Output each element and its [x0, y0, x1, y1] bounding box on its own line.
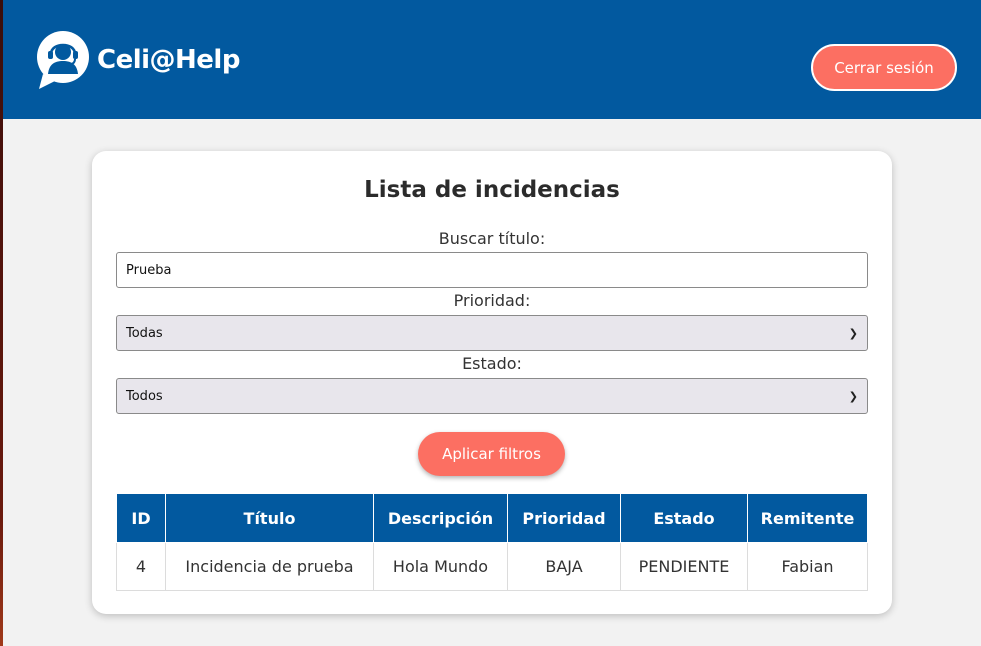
brand-name: Celi@Help — [97, 45, 240, 75]
chevron-down-icon: ❯ — [848, 326, 858, 340]
column-header-status[interactable]: Estado — [620, 493, 748, 543]
headset-support-icon — [37, 31, 89, 89]
chevron-down-icon: ❯ — [848, 389, 858, 403]
cell-id: 4 — [116, 542, 166, 591]
apply-filters-button[interactable]: Aplicar filtros — [418, 432, 565, 476]
column-header-priority[interactable]: Prioridad — [507, 493, 621, 543]
status-select-value: Todos — [126, 388, 163, 404]
table-row[interactable]: 4 Incidencia de prueba Hola Mundo BAJA P… — [116, 542, 868, 591]
page-title: Lista de incidencias — [364, 177, 620, 203]
search-input[interactable]: Prueba — [116, 252, 868, 288]
priority-select[interactable]: Todas ❯ — [116, 315, 868, 351]
table-header-row: ID Título Descripción Prioridad Estado R… — [116, 493, 868, 543]
search-label: Buscar título: — [438, 229, 546, 248]
cell-status: PENDIENTE — [620, 542, 748, 591]
column-header-description[interactable]: Descripción — [373, 493, 508, 543]
column-header-id[interactable]: ID — [116, 493, 166, 543]
search-input-value: Prueba — [126, 262, 172, 278]
status-select[interactable]: Todos ❯ — [116, 378, 868, 414]
column-header-title[interactable]: Título — [165, 493, 374, 543]
incidents-card: Lista de incidencias Buscar título: Prue… — [92, 151, 892, 614]
brand-logo[interactable]: Celi@Help — [35, 30, 240, 90]
cell-sender: Fabian — [747, 542, 868, 591]
cell-priority: BAJA — [507, 542, 621, 591]
status-label: Estado: — [462, 354, 522, 373]
cell-title: Incidencia de prueba — [165, 542, 374, 591]
incidents-table: ID Título Descripción Prioridad Estado R… — [116, 493, 868, 591]
top-bar: Celi@Help Cerrar sesión — [3, 0, 981, 119]
column-header-sender[interactable]: Remitente — [747, 493, 868, 543]
priority-select-value: Todas — [126, 325, 163, 341]
priority-label: Prioridad: — [453, 291, 531, 310]
cell-description: Hola Mundo — [373, 542, 508, 591]
logout-button[interactable]: Cerrar sesión — [811, 44, 957, 91]
